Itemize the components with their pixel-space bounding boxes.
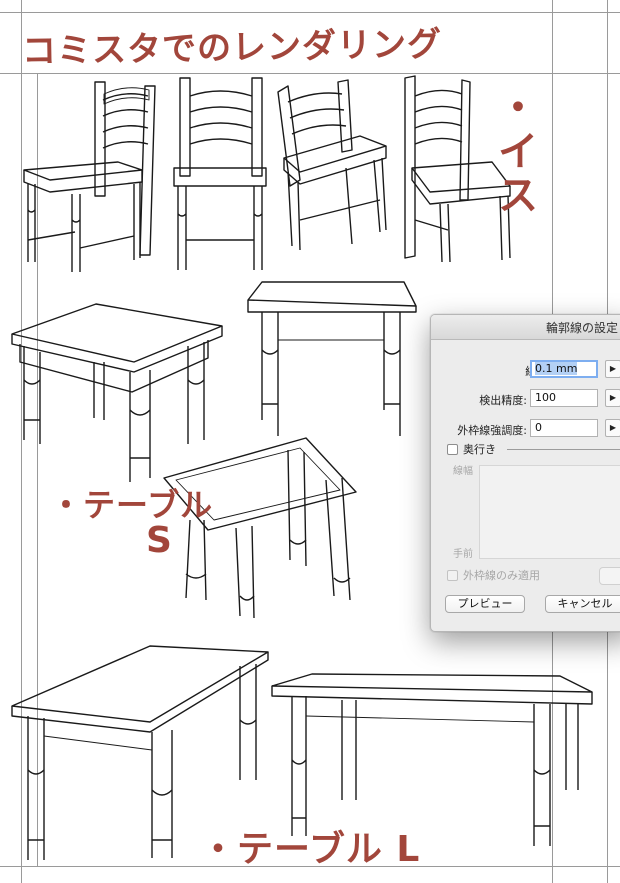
table-small-size-label: S — [146, 520, 173, 561]
cancel-button[interactable]: キャンセル — [545, 595, 620, 613]
contour-settings-dialog: 輪郭線の設定 線幅: 0.1 mm ▶ 検出精度: 100 ▶ 外枠線強調度: … — [430, 314, 620, 632]
detection-accuracy-input[interactable]: 100 — [530, 389, 598, 407]
outer-line-strength-input[interactable]: 0 — [530, 419, 598, 437]
table-large-label: ・テーブル L — [200, 829, 421, 870]
outer-line-strength-stepper-button[interactable]: ▶ — [605, 419, 620, 437]
chair-sketch-2 — [173, 77, 267, 270]
table-small-sketch-1 — [11, 303, 223, 482]
outer-line-strength-label: 外枠線強調度: — [457, 424, 527, 437]
table-small-sketch-2 — [247, 281, 417, 436]
dialog-titlebar[interactable]: 輪郭線の設定 — [431, 315, 620, 340]
ok-button-partial[interactable] — [599, 567, 620, 585]
detection-accuracy-stepper-button[interactable]: ▶ — [605, 389, 620, 407]
dialog-title: 輪郭線の設定 — [546, 321, 619, 335]
table-small-label: ・テーブル — [50, 486, 214, 524]
detection-accuracy-label: 検出精度: — [479, 394, 527, 407]
depth-checkbox-label: 奥行き — [463, 443, 496, 456]
line-width-input[interactable]: 0.1 mm — [530, 360, 598, 378]
depth-curve-area — [479, 465, 620, 559]
line-width-stepper-button[interactable]: ▶ — [605, 360, 620, 378]
canvas-title: コミスタでのレンダリング — [21, 24, 443, 72]
line-width-value: 0.1 mm — [535, 362, 578, 375]
outer-only-label: 外枠線のみ適用 — [463, 569, 540, 582]
table-small-sketch-3 — [163, 437, 357, 619]
preview-button[interactable]: プレビュー — [445, 595, 525, 613]
depth-checkbox[interactable] — [447, 444, 458, 455]
chair-sketch-3 — [277, 79, 387, 251]
chair-sketch-4 — [404, 75, 511, 263]
chair-sketch-1 — [23, 81, 156, 272]
outer-only-checkbox[interactable] — [447, 570, 458, 581]
depth-line-width-label: 線幅 — [453, 466, 473, 477]
depth-front-label: 手前 — [453, 549, 473, 560]
chair-label: ・イス — [498, 85, 539, 219]
depth-separator — [507, 449, 620, 450]
